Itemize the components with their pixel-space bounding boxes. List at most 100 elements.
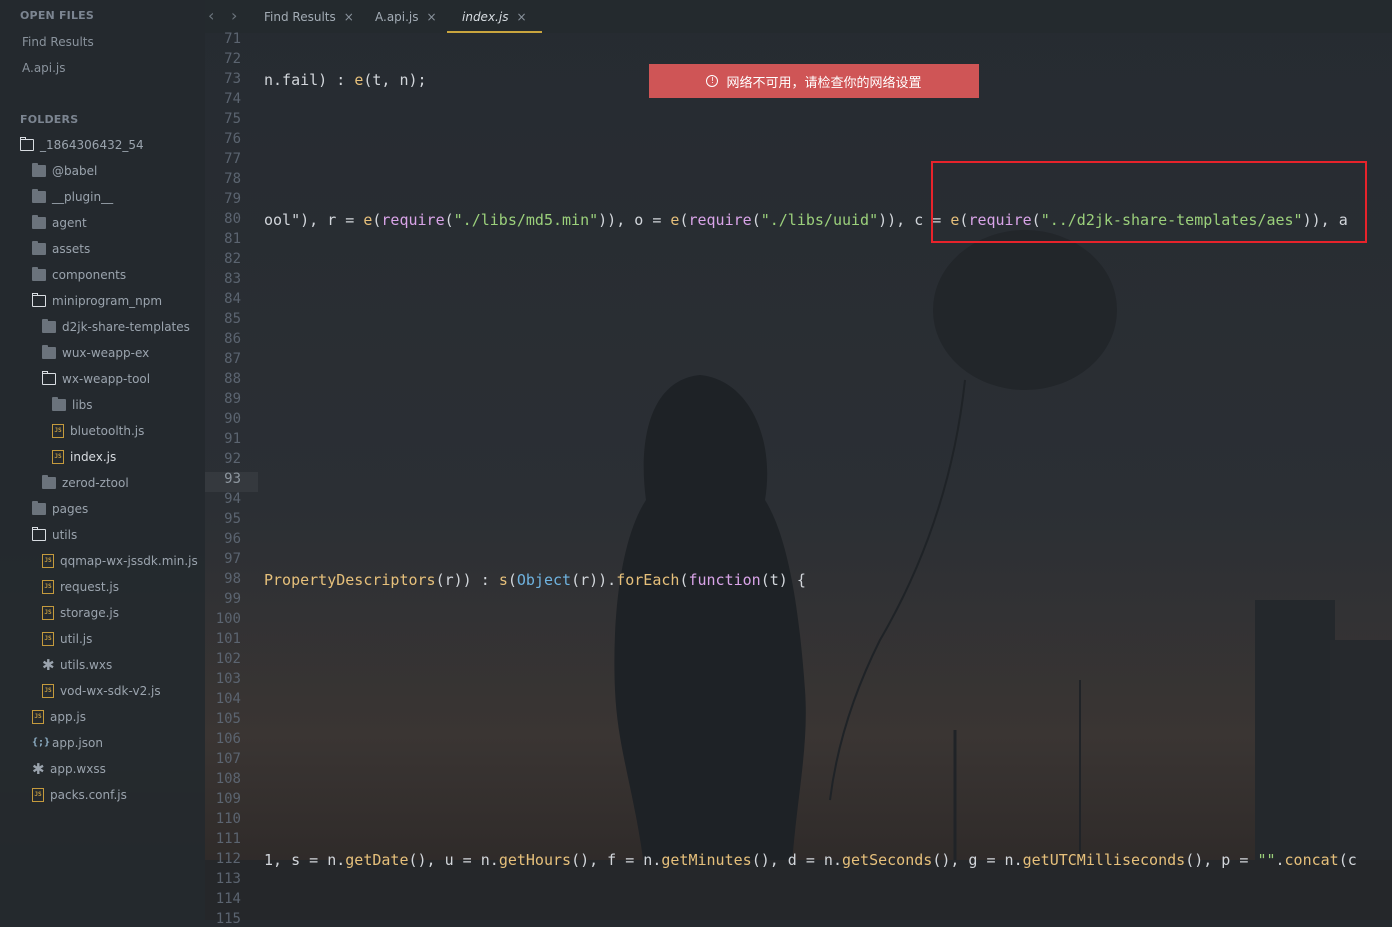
tree-item[interactable]: miniprogram_npm [31, 289, 162, 313]
folder-icon [42, 319, 56, 333]
open-file-find-results[interactable]: Find Results [22, 35, 94, 49]
folders-title: FOLDERS [20, 113, 79, 126]
line-number: 100 [215, 611, 241, 627]
tree-item[interactable]: JS storage.js [42, 601, 119, 625]
tree-item[interactable]: d2jk-share-templates [42, 315, 190, 339]
folder-open-icon [31, 526, 46, 541]
line-number: 113 [215, 871, 241, 887]
annotation-highlight-box [931, 161, 1367, 243]
folder-icon [32, 501, 46, 515]
code-token: n.fail) : [264, 71, 355, 89]
close-icon[interactable]: × [427, 10, 437, 24]
tree-item[interactable]: JS packs.conf.js [32, 783, 127, 807]
js-file-icon: JS [32, 788, 44, 802]
line-number-gutter: 71 72 73 74 75 76 77 78 79 80 81 82 83 84 85 86 87 88 89 90… [205, 31, 258, 927]
tree-item[interactable]: __plugin__ [32, 185, 113, 209]
network-error-toast: ! 网络不可用，请检查你的网络设置 [649, 64, 979, 98]
tree-item[interactable]: components [32, 263, 126, 287]
code-token: PropertyDescriptors [264, 571, 436, 589]
open-file-a-api[interactable]: A.api.js [22, 61, 66, 75]
js-file-icon: JS [42, 684, 54, 698]
tab-find-results[interactable]: Find Results × [264, 0, 354, 33]
line-number: 73 [224, 71, 241, 87]
tab-a-api[interactable]: A.api.js × [375, 0, 437, 33]
code-line: PropertyDescriptors(r)) : s(Object(r)).f… [264, 571, 806, 589]
line-number: 107 [215, 751, 241, 767]
line-number: 115 [215, 911, 241, 927]
tab-label: index.js [462, 9, 509, 24]
line-number: 87 [224, 351, 241, 367]
line-number: 74 [224, 91, 241, 107]
tree-item[interactable]: {;} app.json [32, 731, 103, 755]
tree-item[interactable]: ✱ app.wxss [32, 757, 106, 781]
tree-item[interactable]: assets [32, 237, 90, 261]
code-token: 1, s = n. [264, 851, 346, 869]
tree-item[interactable]: agent [32, 211, 87, 235]
folder-icon [32, 215, 46, 229]
code-token: "./libs/md5.min" [453, 211, 599, 229]
tree-item[interactable]: JS request.js [42, 575, 119, 599]
line-number: 111 [215, 831, 241, 847]
code-token: concat [1284, 851, 1339, 869]
code-token: (), f = n. [571, 851, 662, 869]
tree-item[interactable]: JS util.js [42, 627, 92, 651]
tree-item[interactable]: wux-weapp-ex [42, 341, 149, 365]
js-file-icon: JS [32, 710, 44, 724]
close-icon[interactable]: × [344, 10, 354, 24]
close-icon[interactable]: × [516, 10, 526, 24]
tree-item[interactable]: JS app.js [32, 705, 86, 729]
json-file-icon: {;} [32, 737, 51, 748]
tree-item-label: libs [72, 398, 93, 412]
line-number: 86 [224, 331, 241, 347]
tab-index-js[interactable]: index.js × [447, 0, 542, 33]
tree-item-label: assets [52, 242, 91, 256]
tab-label: Find Results [264, 9, 336, 24]
folder-open-icon [19, 136, 34, 151]
tree-item[interactable]: _1864306432_54 [19, 133, 144, 157]
line-number: 82 [224, 251, 241, 267]
folder-icon [32, 241, 46, 255]
line-number: 90 [224, 411, 241, 427]
tree-item[interactable]: wx-weapp-tool [41, 367, 151, 391]
line-number: 93 [224, 471, 241, 487]
folder-icon [32, 163, 46, 177]
code-line: 1, s = n.getDate(), u = n.getHours(), f … [264, 851, 1357, 869]
line-number: 71 [224, 31, 241, 47]
code-token: require [381, 211, 445, 229]
tree-item[interactable]: libs [52, 393, 93, 417]
tree-item[interactable]: JS qqmap-wx-jssdk.min.js [42, 549, 198, 573]
code-token: "" [1257, 851, 1276, 869]
folder-open-icon [31, 292, 46, 307]
chevron-right-icon[interactable]: › [231, 6, 237, 25]
tree-item-label: vod-wx-sdk-v2.js [60, 684, 161, 698]
tree-item[interactable]: zerod-ztool [42, 471, 129, 495]
line-number: 81 [224, 231, 241, 247]
code-token: function [688, 571, 761, 589]
line-number: 96 [224, 531, 241, 547]
code-token: (t, n); [363, 71, 427, 89]
js-file-icon: JS [42, 554, 54, 568]
line-number: 78 [224, 171, 241, 187]
line-number: 85 [224, 311, 241, 327]
line-number: 80 [224, 211, 241, 227]
tree-item[interactable]: JS bluetoolth.js [52, 419, 144, 443]
line-number: 101 [215, 631, 241, 647]
tree-item[interactable]: ✱ utils.wxs [42, 653, 112, 677]
line-number: 91 [224, 431, 241, 447]
line-number: 114 [215, 891, 241, 907]
tree-item-label: wx-weapp-tool [62, 372, 151, 386]
info-icon: ! [706, 75, 719, 87]
tree-item[interactable]: JS index.js [52, 445, 116, 469]
line-number: 76 [224, 131, 241, 147]
chevron-left-icon[interactable]: ‹ [208, 6, 214, 25]
folder-icon [32, 267, 46, 281]
tree-item[interactable]: pages [32, 497, 88, 521]
js-file-icon: JS [42, 580, 54, 594]
tree-item[interactable]: JS vod-wx-sdk-v2.js [42, 679, 161, 703]
tree-item[interactable]: @babel [32, 159, 97, 183]
line-number: 79 [224, 191, 241, 207]
code-token: (t) { [760, 571, 806, 589]
code-token: c [1347, 851, 1357, 869]
code-token: e [354, 71, 364, 89]
tree-item[interactable]: utils [31, 523, 77, 547]
